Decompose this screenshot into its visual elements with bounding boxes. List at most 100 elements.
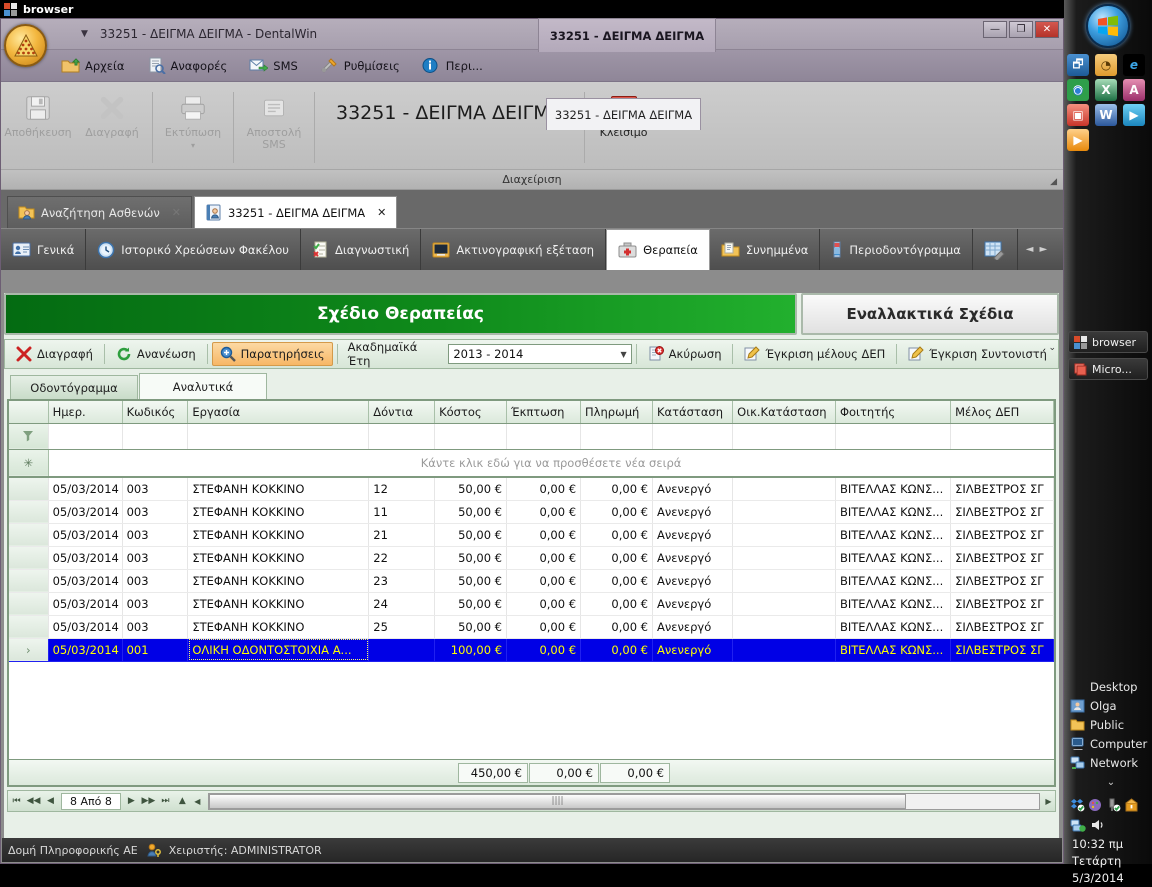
internet-explorer-icon[interactable]: e	[1123, 54, 1145, 76]
cell-cost[interactable]: 50,00 €	[434, 569, 508, 593]
menu-item-reports[interactable]: Αναφορές	[147, 57, 227, 74]
cell-discount[interactable]: 0,00 €	[506, 500, 582, 524]
outlook-icon[interactable]: ◔	[1095, 54, 1117, 76]
doc-tab-patient-record-close-icon[interactable]: ✕	[377, 206, 386, 219]
col-indicator[interactable]	[9, 401, 49, 424]
cell-state[interactable]: Ανενεργό	[652, 615, 734, 639]
col-work[interactable]: Εργασία	[187, 401, 370, 424]
cell-code[interactable]: 003	[122, 477, 189, 501]
app-orb-icon[interactable]	[4, 24, 47, 67]
cell-member[interactable]: ΣΙΛΒΕΣΤΡΟΣ ΣΓ	[950, 500, 1054, 524]
cell-date[interactable]: 05/03/2014	[48, 592, 123, 616]
hscroll-left-arrow[interactable]: ◀	[191, 797, 204, 806]
floating-record-tab-top[interactable]: 33251 - ΔΕΙΓΜΑ ΔΕΙΓΜΑ	[538, 18, 716, 52]
taskbar-item-micro[interactable]: Micro...	[1068, 358, 1148, 380]
filter-cell-discount[interactable]	[506, 423, 582, 450]
cell-student[interactable]: ΒΙΤΕΛΛΑΣ ΚΩΝΣ...	[835, 477, 952, 501]
cell-member[interactable]: ΣΙΛΒΕΣΤΡΟΣ ΣΓ	[950, 477, 1054, 501]
col-cost[interactable]: Κόστος	[434, 401, 508, 424]
access-icon[interactable]: A	[1123, 79, 1145, 101]
cell-student[interactable]: ΒΙΤΕΛΛΑΣ ΚΩΝΣ...	[835, 569, 952, 593]
table-row[interactable]: 05/03/2014 003 ΣΤΕΦΑΝΗ ΚΟΚΚΙΝΟ 24 50,00 €0,0…	[9, 592, 1054, 616]
row-indicator[interactable]	[9, 615, 49, 639]
cell-date[interactable]: 05/03/2014	[48, 546, 123, 570]
cell-teeth[interactable]	[368, 638, 436, 662]
ribbon-delete-button[interactable]: Διαγραφή	[75, 88, 149, 139]
row-indicator[interactable]	[9, 477, 49, 501]
place-computer[interactable]: Computer	[1070, 737, 1152, 751]
filter-cell-teeth[interactable]	[368, 423, 436, 450]
toolbar-overflow-icon[interactable]: ⌄	[1048, 344, 1056, 353]
filter-cell-state[interactable]	[652, 423, 734, 450]
cell-teeth[interactable]: 23	[368, 569, 436, 593]
cell-discount[interactable]: 0,00 €	[506, 592, 582, 616]
chevron-down-icon[interactable]: ▼	[621, 350, 627, 359]
cell-code[interactable]: 003	[122, 592, 189, 616]
toolbar-remarks-button[interactable]: Παρατηρήσεις	[211, 342, 333, 366]
cell-code[interactable]: 003	[122, 569, 189, 593]
minimize-button[interactable]: —	[983, 21, 1007, 38]
cell-financial-state[interactable]	[732, 638, 836, 662]
place-network[interactable]: Network	[1070, 756, 1152, 770]
cell-date[interactable]: 05/03/2014	[48, 500, 123, 524]
cell-work[interactable]: ΣΤΕΦΑΝΗ ΚΟΚΚΙΝΟ	[187, 477, 370, 501]
cell-teeth[interactable]: 12	[368, 477, 436, 501]
photo-viewer-icon[interactable]: ▣	[1067, 104, 1089, 126]
cell-student[interactable]: ΒΙΤΕΛΛΑΣ ΚΩΝΣ...	[835, 638, 952, 662]
table-row[interactable]: 05/03/2014 003 ΣΤΕΦΑΝΗ ΚΟΚΚΙΝΟ 25 50,00 €0,0…	[9, 615, 1054, 639]
col-state[interactable]: Κατάσταση	[652, 401, 734, 424]
table-row[interactable]: 05/03/2014 003 ΣΤΕΦΑΝΗ ΚΟΚΚΙΝΟ 23 50,00 €0,0…	[9, 569, 1054, 593]
cell-teeth[interactable]: 22	[368, 546, 436, 570]
cell-work[interactable]: ΣΤΕΦΑΝΗ ΚΟΚΚΙΝΟ	[187, 569, 370, 593]
col-date[interactable]: Ημερ.	[48, 401, 123, 424]
media-player-icon[interactable]: ▶	[1123, 104, 1145, 126]
filter-cell-payment[interactable]	[580, 423, 653, 450]
cell-state[interactable]: Ανενεργό	[652, 500, 734, 524]
cell-financial-state[interactable]	[732, 546, 836, 570]
cell-cost[interactable]: 50,00 €	[434, 523, 508, 547]
cell-cost[interactable]: 100,00 €	[434, 638, 508, 662]
cell-cost[interactable]: 50,00 €	[434, 477, 508, 501]
row-indicator[interactable]	[9, 546, 49, 570]
cell-work[interactable]: ΟΛΙΚΗ ΟΔΟΝΤΟΣΤΟΙΧΙΑ Α...	[187, 638, 370, 662]
cell-state[interactable]: Ανενεργό	[652, 638, 734, 662]
table-row[interactable]: 05/03/2014 003 ΣΤΕΦΑΝΗ ΚΟΚΚΙΝΟ 11 50,00 €0,0…	[9, 500, 1054, 524]
cell-financial-state[interactable]	[732, 500, 836, 524]
filter-cell-financial-state[interactable]	[732, 423, 836, 450]
nav-prev-button[interactable]: ◀	[42, 796, 59, 806]
table-row[interactable]: 05/03/2014 003 ΣΤΕΦΑΝΗ ΚΟΚΚΙΝΟ 22 50,00 €0,0…	[9, 546, 1054, 570]
cell-teeth[interactable]: 21	[368, 523, 436, 547]
nav-next-page-button[interactable]: ▶▶	[140, 796, 157, 806]
ribbon-print-button[interactable]: Εκτύπωση ▾	[156, 88, 230, 150]
menu-item-about[interactable]: Περι...	[422, 57, 483, 74]
cell-member[interactable]: ΣΙΛΒΕΣΤΡΟΣ ΣΓ	[950, 546, 1054, 570]
cat-tab-periodontogram[interactable]: Περιοδοντόγραμμα	[820, 229, 973, 270]
cell-date[interactable]: 05/03/2014	[48, 569, 123, 593]
cat-scroll-prev-icon[interactable]: ◄	[1026, 244, 1034, 255]
cell-financial-state[interactable]	[732, 569, 836, 593]
cell-payment[interactable]: 0,00 €	[580, 477, 653, 501]
cell-code[interactable]: 003	[122, 546, 189, 570]
cell-member[interactable]: ΣΙΛΒΕΣΤΡΟΣ ΣΓ	[950, 523, 1054, 547]
cat-tab-diagnostic[interactable]: Διαγνωστική	[301, 229, 422, 270]
cell-discount[interactable]: 0,00 €	[506, 615, 582, 639]
cell-student[interactable]: ΒΙΤΕΛΛΑΣ ΚΩΝΣ...	[835, 592, 952, 616]
filter-cell-work[interactable]	[187, 423, 370, 450]
cell-date[interactable]: 05/03/2014	[48, 523, 123, 547]
cell-cost[interactable]: 50,00 €	[434, 500, 508, 524]
cell-state[interactable]: Ανενεργό	[652, 592, 734, 616]
cell-work[interactable]: ΣΤΕΦΑΝΗ ΚΟΚΚΙΝΟ	[187, 523, 370, 547]
horizontal-scrollbar[interactable]: ||||	[207, 792, 1040, 810]
cat-tab-grid-settings[interactable]	[973, 229, 1018, 270]
cell-payment[interactable]: 0,00 €	[580, 546, 653, 570]
place-public[interactable]: Public	[1070, 718, 1152, 732]
dropbox-icon[interactable]	[1070, 798, 1085, 812]
row-indicator[interactable]	[9, 523, 49, 547]
cat-tab-xray[interactable]: Ακτινογραφική εξέταση	[421, 229, 607, 270]
cell-code[interactable]: 003	[122, 500, 189, 524]
cell-financial-state[interactable]	[732, 523, 836, 547]
chrome-icon[interactable]: ◉	[1067, 79, 1089, 101]
windows-orb-icon[interactable]	[1086, 4, 1130, 48]
table-row[interactable]: 05/03/2014 003 ΣΤΕΦΑΝΗ ΚΟΚΚΙΝΟ 12 50,00 €0,0…	[9, 477, 1054, 501]
doc-tab-patient-search[interactable]: Αναζήτηση Ασθενών ✕	[7, 196, 192, 228]
